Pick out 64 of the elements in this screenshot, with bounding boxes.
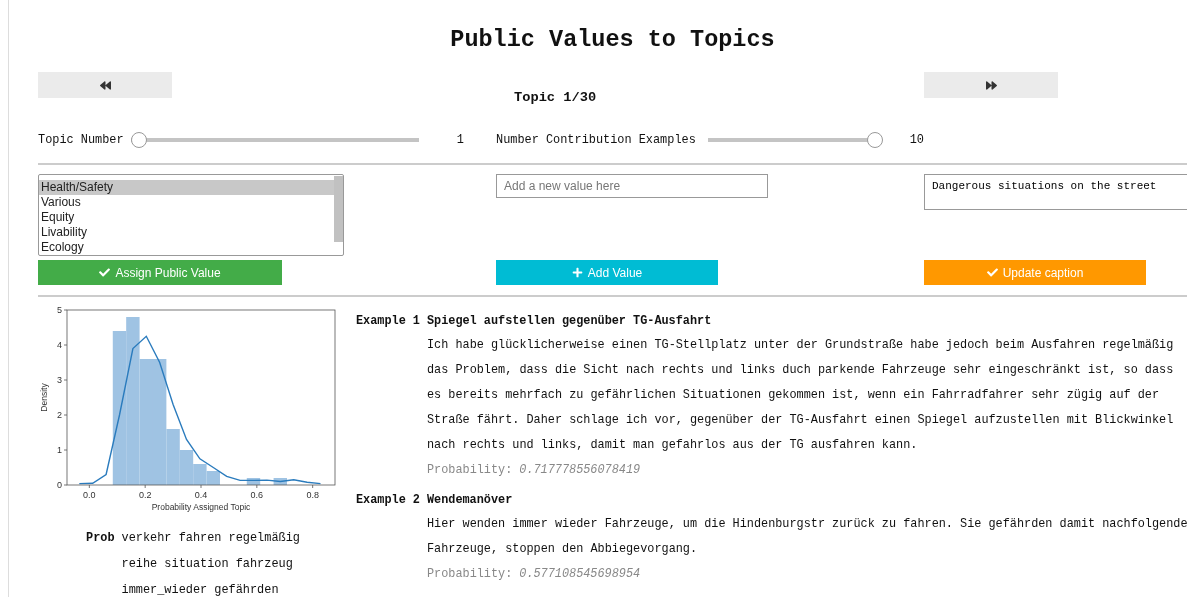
- tick-mark: [63, 379, 68, 381]
- list-item[interactable]: Health/Safety: [39, 180, 334, 195]
- histogram-bar: [273, 478, 287, 485]
- example-label: Example 2: [356, 492, 420, 509]
- histogram-bar: [246, 478, 261, 485]
- topic-words: verkehr fahren regelmäßig: [121, 530, 300, 547]
- tick-mark: [63, 344, 68, 346]
- list-item[interactable]: Ecology: [39, 240, 334, 255]
- example-label: Example 1: [356, 313, 420, 330]
- x-tick-label: 0.6: [250, 490, 264, 500]
- tick-mark: [256, 484, 258, 489]
- slider-value: 1: [456, 133, 464, 147]
- previous-button[interactable]: [38, 72, 172, 98]
- slider-label: Number Contribution Examples: [496, 133, 696, 147]
- caption-field[interactable]: Dangerous situations on the street: [924, 174, 1187, 210]
- example-text: Hier wenden immer wieder Fahrzeuge, um die Hindenburgstr zurück zu fahren. Sie gefährden damit nachfolgende Fahrzeuge, stoppen den Abbiegevorgang.: [427, 516, 1187, 558]
- check-icon: [986, 267, 998, 278]
- slider-thumb[interactable]: [866, 132, 883, 148]
- probability-value: 0.577108545698954: [519, 566, 641, 583]
- y-tick-label: 1: [57, 445, 62, 455]
- y-axis-label: Density: [39, 383, 49, 412]
- prob-label: Prob: [86, 530, 115, 547]
- tick-mark: [63, 449, 68, 451]
- y-tick-label: 4: [57, 340, 62, 350]
- probability-label: Probability:: [427, 462, 513, 479]
- topic-words: reihe situation fahrzeug: [121, 556, 294, 573]
- probability-label: Probability:: [427, 566, 513, 583]
- example-title: Spiegel aufstellen gegenüber TG-Ausfahrt: [426, 313, 712, 330]
- probability-value: 0.717778556078419: [519, 462, 641, 479]
- backward-icon: [99, 79, 111, 91]
- x-axis-label: Probability Assigned Topic: [151, 502, 251, 512]
- slider-thumb[interactable]: [130, 132, 147, 148]
- tick-mark: [200, 484, 202, 489]
- list-item[interactable]: Equity: [39, 210, 334, 225]
- example-title: Wendemanöver: [426, 492, 513, 509]
- tick-mark: [63, 484, 68, 486]
- example-text: Ich habe glücklicherweise einen TG-Stellplatz unter der Grundstraße habe jedoch beim Ausfahren regelmäßig das Problem, dass die Sicht nach rechts und links duch parkende Fahrzeuge sehr eingeschränkt ist, so dass es bereits mehrfach zu gefährlichen Situationen gekommen ist, wenn ein Fahrradfahrer sehr zügig auf der Straße fährt. Daher schlage ich vor, gegenüber der TG-Ausfahrt einen Spiegel aufzustellen mit Blickwinkel nach rechts und links, damit man gefahrlos aus der TG ausfahren kann.: [427, 337, 1175, 454]
- tick-mark: [63, 309, 68, 311]
- topic-words: immer_wieder gefährden: [121, 582, 280, 597]
- x-tick-label: 0.4: [194, 490, 208, 500]
- x-tick-label: 0.0: [83, 490, 96, 500]
- scrollbar-thumb[interactable]: [334, 176, 343, 242]
- new-value-field[interactable]: Add a new value here: [496, 174, 768, 198]
- y-tick-label: 3: [57, 375, 62, 385]
- topic-label: Topic 1/30: [513, 90, 597, 106]
- page-title: Public Values to Topics: [449, 26, 776, 54]
- tick-mark: [63, 414, 68, 416]
- list-item[interactable]: Various: [39, 195, 334, 210]
- forward-icon: [985, 79, 997, 91]
- slider-label: Topic Number: [38, 133, 124, 147]
- values-listbox[interactable]: Health/Safety Various Equity Livability Ecology: [38, 174, 344, 256]
- tick-mark: [312, 484, 314, 489]
- x-tick-label: 0.8: [306, 490, 319, 500]
- next-button[interactable]: [924, 72, 1058, 98]
- plus-icon: [571, 267, 583, 278]
- tick-mark: [144, 484, 146, 489]
- y-tick-label: 0: [57, 480, 62, 490]
- tick-mark: [88, 484, 90, 489]
- check-icon: [99, 267, 111, 278]
- x-tick-label: 0.2: [138, 490, 152, 500]
- list-item[interactable]: Livability: [39, 225, 334, 240]
- y-tick-label: 5: [57, 306, 62, 315]
- slider-value: 10: [909, 133, 924, 147]
- y-tick-label: 2: [57, 410, 62, 420]
